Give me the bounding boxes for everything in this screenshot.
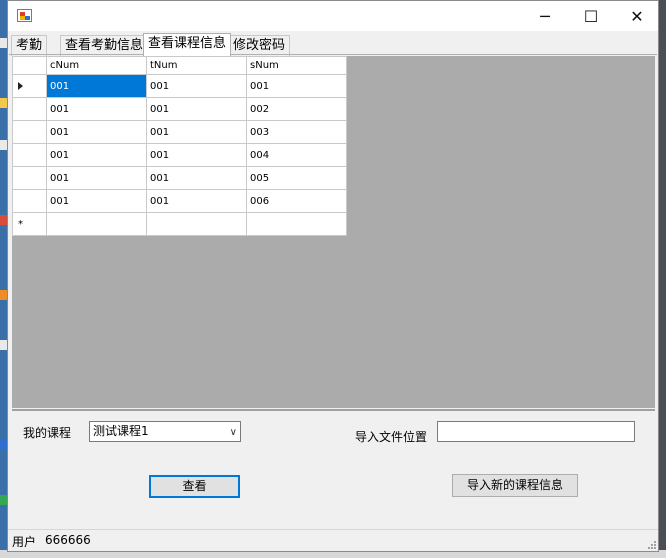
table-row[interactable]: 001 001 004 <box>12 143 347 167</box>
resize-grip-icon[interactable] <box>646 539 656 549</box>
tab-divider <box>9 54 657 55</box>
table-row[interactable]: 001 001 001 <box>12 74 347 98</box>
row-header-current[interactable] <box>12 74 47 98</box>
title-bar: ─ ☐ ✕ <box>8 1 658 31</box>
table-cell[interactable]: 001 <box>146 74 247 98</box>
view-button[interactable]: 查看 <box>149 475 240 498</box>
table-row[interactable]: 001 001 005 <box>12 166 347 190</box>
row-header-corner <box>12 56 47 75</box>
status-user-label: 用户 <box>12 535 37 549</box>
table-cell[interactable]: 001 <box>146 97 247 121</box>
status-bar: 用户 666666 <box>8 529 658 551</box>
tab-view-attendance[interactable]: 查看考勤信息 <box>60 35 149 56</box>
my-course-label: 我的课程 <box>23 426 72 440</box>
close-icon: ✕ <box>630 6 644 26</box>
column-header-cnum[interactable]: cNum <box>46 56 147 75</box>
current-row-arrow-icon <box>18 81 23 90</box>
status-user-value: 666666 <box>45 533 91 547</box>
tab-strip: 考勤 查看考勤信息 查看课程信息 修改密码 <box>9 33 657 56</box>
table-cell[interactable]: 004 <box>246 143 347 167</box>
new-row[interactable]: * <box>12 212 347 236</box>
row-header[interactable] <box>12 189 47 213</box>
import-location-label: 导入文件位置 <box>355 430 428 444</box>
table-cell-empty[interactable] <box>246 212 347 236</box>
maximize-button[interactable]: ☐ <box>568 1 614 31</box>
new-row-header[interactable]: * <box>12 212 47 236</box>
table-cell[interactable]: 002 <box>246 97 347 121</box>
app-icon <box>17 9 32 22</box>
row-header[interactable] <box>12 143 47 167</box>
table-cell[interactable]: 001 <box>46 189 147 213</box>
app-window: ─ ☐ ✕ 考勤 查看考勤信息 查看课程信息 修改密码 cNum tNum sN… <box>7 0 659 552</box>
column-header-snum[interactable]: sNum <box>246 56 347 75</box>
tab-change-password[interactable]: 修改密码 <box>228 35 291 56</box>
table-cell[interactable]: 001 <box>146 143 247 167</box>
column-header-tnum[interactable]: tNum <box>146 56 247 75</box>
table-cell[interactable]: 001 <box>46 97 147 121</box>
maximize-icon: ☐ <box>583 6 599 26</box>
close-button[interactable]: ✕ <box>614 1 660 31</box>
table-header-row: cNum tNum sNum <box>12 56 347 75</box>
table-cell[interactable]: 001 <box>46 120 147 144</box>
table-row[interactable]: 001 001 006 <box>12 189 347 213</box>
table-cell[interactable]: 006 <box>246 189 347 213</box>
table-cell[interactable]: 001 <box>46 74 147 98</box>
import-courses-button[interactable]: 导入新的课程信息 <box>452 474 578 497</box>
table-cell[interactable]: 005 <box>246 166 347 190</box>
table-cell[interactable]: 001 <box>46 166 147 190</box>
table-cell[interactable]: 001 <box>246 74 347 98</box>
tab-attendance[interactable]: 考勤 <box>11 35 48 56</box>
table-cell[interactable]: 001 <box>46 143 147 167</box>
tab-view-courses[interactable]: 查看课程信息 <box>143 33 232 56</box>
table-row[interactable]: 001 001 002 <box>12 97 347 121</box>
course-select-value: 测试课程1 <box>93 424 149 438</box>
table-cell-empty[interactable] <box>46 212 147 236</box>
course-select[interactable]: 测试课程1 ∨ <box>89 421 241 442</box>
minimize-icon: ─ <box>540 6 550 26</box>
minimize-button[interactable]: ─ <box>522 1 568 31</box>
table-cell[interactable]: 003 <box>246 120 347 144</box>
table-cell[interactable]: 001 <box>146 120 247 144</box>
course-table: cNum tNum sNum 001 001 001 001 001 002 0… <box>12 56 347 236</box>
table-row[interactable]: 001 001 003 <box>12 120 347 144</box>
chevron-down-icon[interactable]: ∨ <box>230 423 237 442</box>
row-header[interactable] <box>12 120 47 144</box>
table-cell[interactable]: 001 <box>146 189 247 213</box>
row-header[interactable] <box>12 166 47 190</box>
course-data-grid[interactable]: cNum tNum sNum 001 001 001 001 001 002 0… <box>12 56 655 408</box>
row-header[interactable] <box>12 97 47 121</box>
grid-bottom-divider <box>12 409 655 411</box>
table-cell-empty[interactable] <box>146 212 247 236</box>
table-cell[interactable]: 001 <box>146 166 247 190</box>
import-location-input[interactable] <box>437 421 635 442</box>
desktop-right-edge <box>659 0 666 558</box>
new-row-marker: * <box>18 218 23 230</box>
